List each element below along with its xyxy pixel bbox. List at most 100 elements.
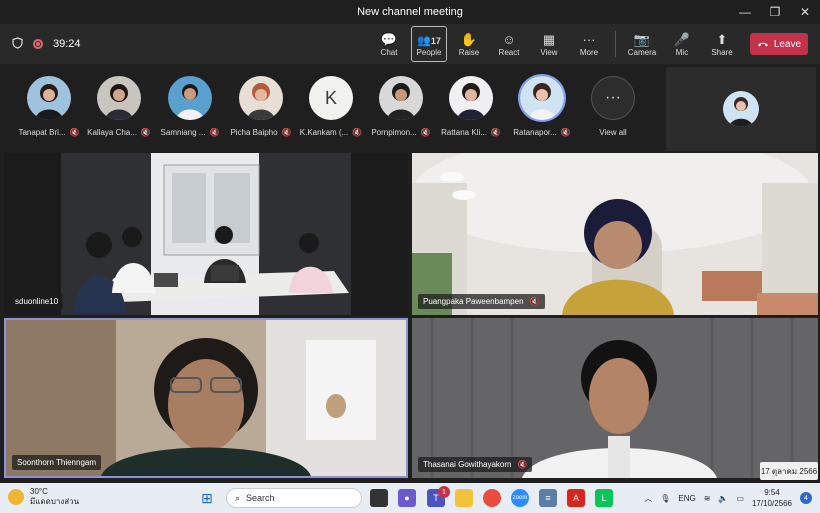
avatar	[239, 76, 283, 120]
teams-badge: 1	[438, 486, 450, 498]
leave-button[interactable]: Leave	[750, 33, 808, 55]
tile-name-label: Soonthorn Thienngam	[12, 455, 102, 470]
weather-temp: 30°C	[30, 487, 48, 496]
react-button[interactable]: ☺ React	[491, 26, 527, 62]
meeting-timer: 39:24	[53, 38, 81, 50]
tile-name-label: Thasanai Gowithayakorn 🔇	[418, 457, 533, 472]
chevron-up-icon[interactable]: ︿	[644, 493, 652, 504]
mic-off-icon: 🔇	[490, 128, 501, 137]
recording-icon	[33, 39, 43, 49]
line-icon[interactable]: L	[595, 489, 613, 507]
mic-off-icon[interactable]: 🎙	[660, 494, 670, 503]
maximize-button[interactable]: ❐	[760, 0, 790, 24]
search-icon: ⌕	[235, 492, 241, 503]
participant-samniang[interactable]: Samniang ... 🔇	[157, 76, 223, 137]
more-icon: ···	[591, 76, 635, 120]
camera-button[interactable]: 📷 Camera	[624, 26, 660, 62]
acrobat-icon[interactable]: A	[567, 489, 585, 507]
self-avatar	[723, 91, 759, 127]
avatar	[97, 76, 141, 120]
hand-icon: ✋	[460, 31, 478, 47]
avatar	[379, 76, 423, 120]
avatar	[168, 76, 212, 120]
notification-badge[interactable]: 4	[800, 492, 812, 504]
mic-off-icon: 🔇	[69, 128, 80, 137]
view-all-label: View all	[599, 128, 627, 137]
participant-rattana[interactable]: Rattana Kli... 🔇	[438, 76, 504, 137]
minimize-button[interactable]: —	[730, 0, 760, 24]
mic-off-icon: 🔇	[209, 128, 220, 137]
close-button[interactable]: ✕	[790, 0, 820, 24]
more-button[interactable]: ··· More	[571, 26, 607, 62]
participant-name: Pornpimon...	[371, 128, 417, 137]
video-tile-puangpaka[interactable]: Puangpaka Paweenbampen 🔇	[412, 153, 818, 315]
avatar	[520, 76, 564, 120]
wifi-icon[interactable]: ≋	[704, 494, 711, 503]
mic-button[interactable]: 🎤 Mic	[664, 26, 700, 62]
tile-name-label: Puangpaka Paweenbampen 🔇	[418, 294, 545, 309]
search-box[interactable]: ⌕ Search	[226, 488, 362, 508]
windows-start-icon[interactable]: ⊞	[198, 489, 216, 507]
smiley-icon: ☺	[502, 31, 516, 47]
participant-ratanaporn[interactable]: Ratanapor... 🔇	[509, 76, 575, 137]
chat-button[interactable]: 💬 Chat	[371, 26, 407, 62]
zoom-icon[interactable]: zoom	[511, 489, 529, 507]
weather-widget[interactable]: 30°C มีแดดบางส่วน	[8, 487, 79, 507]
participant-picha[interactable]: Picha Baipho 🔇	[228, 76, 294, 137]
avatar	[449, 76, 493, 120]
participant-kkankam[interactable]: K K.Kankam (... 🔇	[298, 76, 364, 137]
language-indicator[interactable]: ENG	[678, 494, 695, 503]
phone-hangup-icon	[757, 39, 769, 50]
more-icon: ···	[582, 31, 596, 47]
weather-desc: มีแดดบางส่วน	[30, 497, 80, 506]
raise-hand-button[interactable]: ✋ Raise	[451, 26, 487, 62]
mic-off-icon: 🔇	[560, 128, 571, 137]
meeting-toolbar: 39:24 💬 Chat 👥17 People ✋ Raise ☺ React …	[0, 24, 820, 64]
share-button[interactable]: ⬆ Share	[704, 26, 740, 62]
participant-name: Tanapat Bri...	[18, 128, 66, 137]
battery-icon[interactable]: ▭	[736, 494, 744, 503]
chrome-icon[interactable]	[483, 489, 501, 507]
file-explorer-icon[interactable]	[455, 489, 473, 507]
mic-off-icon: 🔇	[281, 128, 292, 137]
video-tile-soonthorn[interactable]: Soonthorn Thienngam	[4, 318, 408, 478]
video-tile-sduonline10[interactable]: sduonline10	[4, 153, 408, 315]
participant-name: Rattana Kli...	[441, 128, 487, 137]
self-view[interactable]	[666, 67, 816, 151]
participant-name: Ratanapor...	[513, 128, 557, 137]
video-feed	[6, 320, 406, 476]
avatar: K	[309, 76, 353, 120]
taskbar: 30°C มีแดดบางส่วน ⊞ ⌕ Search ● T 1 zoom …	[0, 483, 820, 513]
video-feed	[412, 318, 818, 478]
video-feed	[412, 153, 818, 315]
mic-off-icon: 🔇	[420, 128, 431, 137]
task-view-icon[interactable]	[370, 489, 388, 507]
mic-off-icon: 🎤	[673, 31, 691, 47]
people-button[interactable]: 👥17 People	[411, 26, 447, 62]
sun-icon	[8, 489, 24, 505]
view-button[interactable]: ▦ View	[531, 26, 567, 62]
notepad-icon[interactable]: ≡	[539, 489, 557, 507]
participant-kallaya[interactable]: Kallaya Cha... 🔇	[86, 76, 152, 137]
mic-off-icon: 🔇	[529, 297, 540, 306]
view-all-button[interactable]: ··· View all	[580, 76, 646, 137]
mic-off-icon: 🔇	[352, 128, 363, 137]
people-icon: 👥	[417, 34, 431, 47]
clock[interactable]: 9:54 17/10/2566	[752, 487, 792, 509]
date-popup: 17 ตุลาคม 2566	[760, 462, 818, 480]
avatar	[27, 76, 71, 120]
video-feed	[61, 153, 351, 315]
shield-icon	[12, 36, 23, 52]
system-tray: ︿ 🎙 ENG ≋ 🔈 ▭ 9:54 17/10/2566 4	[644, 483, 820, 513]
chat-icon: 💬	[380, 31, 398, 47]
participant-pornpimon[interactable]: Pornpimon... 🔇	[368, 76, 434, 137]
volume-icon[interactable]: 🔈	[718, 494, 728, 503]
toolbar-divider	[615, 31, 616, 57]
video-tile-thasanai[interactable]: Thasanai Gowithayakorn 🔇	[412, 318, 818, 478]
participant-name: Picha Baipho	[230, 128, 278, 137]
camera-off-icon: 📷	[633, 31, 651, 47]
chat-app-icon[interactable]: ●	[398, 489, 416, 507]
participant-tanapat[interactable]: Tanapat Bri... 🔇	[16, 76, 82, 137]
window-title: New channel meeting	[357, 6, 463, 18]
tile-name-label: sduonline10	[10, 294, 64, 309]
